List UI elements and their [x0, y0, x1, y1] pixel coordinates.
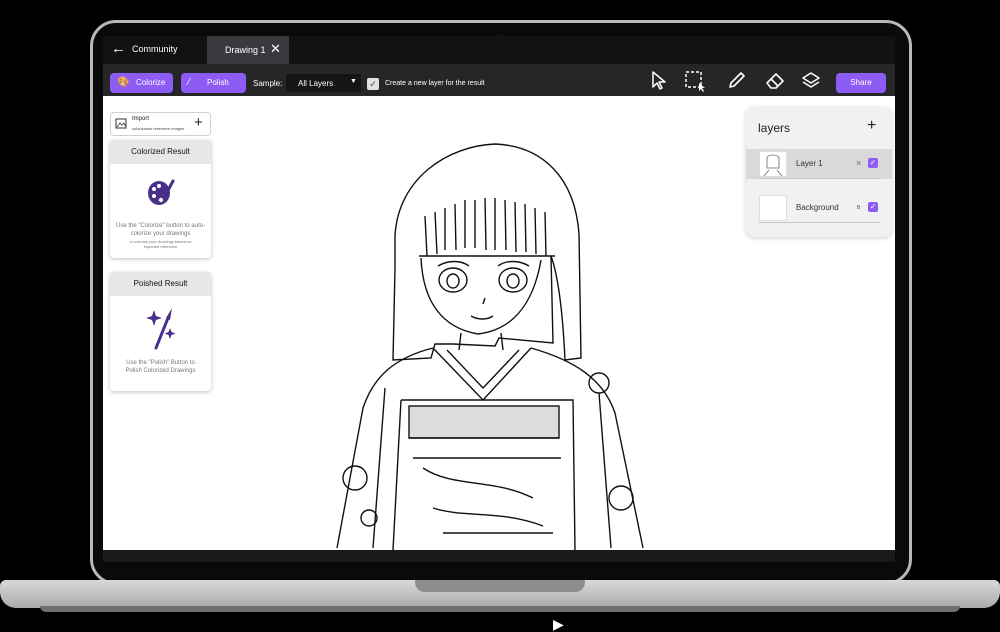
palette-icon: 🎨 — [117, 77, 130, 88]
toolbar: 🎨 Colorize ⁄ Polish Sample: All Layers ▼… — [103, 64, 895, 96]
share-button[interactable]: Share — [836, 73, 886, 93]
community-link[interactable]: Community — [132, 44, 178, 54]
polished-result-title: Poished Result — [110, 272, 211, 296]
divider — [758, 178, 880, 179]
layer-visibility-checkbox[interactable]: ✓ — [868, 202, 878, 212]
polish-label: Polish — [207, 78, 229, 87]
colorized-help-subtext: or colorize your drawings based on impor… — [129, 239, 192, 249]
mouse-cursor-icon: ▶ — [553, 616, 564, 632]
divider — [758, 222, 880, 223]
brush-icon: ⁄ — [188, 77, 190, 88]
canvas-drawing[interactable] — [323, 138, 653, 550]
chevron-down-icon: ▼ — [350, 78, 357, 85]
laptop-feet — [40, 606, 960, 612]
colorized-result-card: Colorized Result Use the "Colorize" butt… — [110, 140, 211, 258]
app-screen: ← Community Drawing 1 ✕ 🎨 Colorize ⁄ Pol… — [103, 36, 895, 550]
new-layer-checkbox[interactable]: ✓ — [367, 78, 379, 90]
palette-icon — [148, 179, 175, 205]
colorize-label: Colorize — [136, 78, 166, 87]
colorize-button[interactable]: 🎨 Colorize — [110, 73, 173, 93]
layers-icon[interactable] — [800, 70, 822, 92]
layer-row-background[interactable]: Background B ✓ — [746, 193, 892, 223]
layer-name: Background — [796, 203, 839, 212]
layer-name: Layer 1 — [796, 159, 823, 168]
colorized-result-title: Colorized Result — [110, 140, 211, 164]
tab-label: Drawing 1 — [225, 45, 266, 55]
plus-icon[interactable]: + — [194, 114, 203, 131]
new-layer-label: Create a new layer for the result — [385, 80, 485, 87]
screen-bezel-bottom — [103, 550, 895, 562]
layer-row-layer-1[interactable]: Layer 1 N ✓ — [746, 149, 892, 179]
sample-label: Sample: — [253, 79, 283, 88]
polish-button[interactable]: ⁄ Polish — [181, 73, 246, 93]
magic-brush-icon — [146, 308, 176, 350]
layer-blend-mode: B — [857, 205, 861, 211]
layer-visibility-checkbox[interactable]: ✓ — [868, 158, 878, 168]
import-reference-card[interactable]: Import colorization reference images + — [110, 112, 211, 136]
close-icon[interactable]: ✕ — [270, 41, 281, 57]
app-topbar: ← Community Drawing 1 ✕ — [103, 36, 895, 64]
sample-select[interactable]: All Layers ▼ — [286, 74, 361, 92]
pointer-icon[interactable] — [649, 70, 669, 90]
polished-help-text: Use the "Polish" Button to Polish Colori… — [125, 360, 196, 374]
pencil-icon[interactable] — [727, 70, 747, 90]
add-layer-icon[interactable]: + — [867, 117, 876, 135]
selection-icon[interactable] — [684, 70, 708, 92]
arrow-left-icon[interactable]: ← — [111, 40, 126, 57]
eraser-icon[interactable] — [764, 70, 786, 90]
tab-drawing-1[interactable]: Drawing 1 ✕ — [207, 36, 289, 64]
laptop-notch — [415, 580, 585, 592]
import-title: Import — [132, 116, 150, 122]
import-subtitle: colorization reference images — [132, 126, 185, 131]
sample-value: All Layers — [298, 79, 334, 88]
colorized-help-text: Use the "Colorize" button to auto-colori… — [116, 223, 205, 237]
image-icon — [115, 118, 127, 129]
layers-panel: layers + Layer 1 N ✓ Background B ✓ — [746, 107, 892, 237]
polished-result-card: Poished Result Use the "Polish" Button t… — [110, 272, 211, 391]
layer-thumbnail — [759, 195, 787, 221]
layer-blend-mode: N — [857, 161, 861, 167]
layers-title: layers — [758, 121, 791, 135]
layer-thumbnail — [759, 151, 787, 177]
